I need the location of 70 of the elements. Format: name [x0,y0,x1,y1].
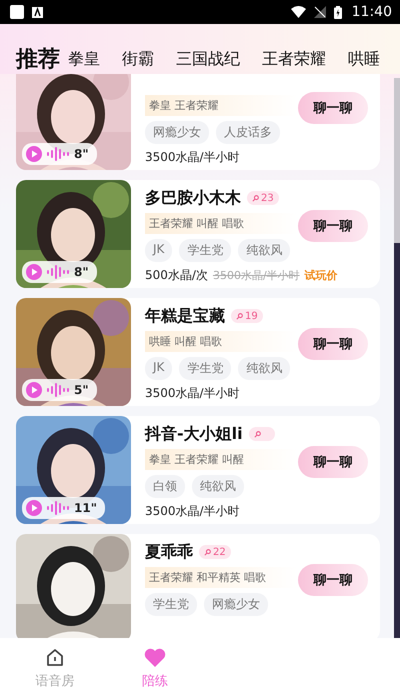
app-icon [32,6,43,18]
play-icon[interactable] [26,500,42,516]
search-icon [236,312,243,320]
level-badge: 19 [231,309,263,323]
category-tab[interactable]: 街霸 [122,48,154,70]
voice-chip[interactable]: 5" [22,379,97,401]
category-tab[interactable]: 哄睡 [348,48,380,70]
price: 500水晶/次 [145,267,208,284]
price: 3500水晶/半小时 [145,503,240,520]
voice-duration: 8" [74,147,89,161]
voice-chip[interactable]: 8" [22,143,97,165]
personality-tag: 学生党 [145,593,197,616]
level-badge: 22 [199,545,231,559]
search-icon [252,194,259,202]
chat-button[interactable]: 聊一聊 [298,210,368,242]
voice-chip[interactable]: 8" [22,261,97,283]
waveform-icon [47,265,69,279]
original-price: 3500水晶/半小时 [212,268,300,283]
level-badge: 23 [247,191,279,205]
search-icon [254,430,261,438]
voice-duration: 8" [74,265,89,279]
category-tab[interactable]: 推荐 [16,44,60,74]
companion-card[interactable]: 夏乖乖 22 王者荣耀 和平精英 唱歌 聊一聊 学生党 网瘾少女 [16,534,380,638]
signal-icon [314,6,326,18]
wifi-icon [290,6,306,18]
heart-icon [144,648,166,668]
scrollbar[interactable] [394,78,400,638]
price: 3500水晶/半小时 [145,149,240,166]
waveform-icon [47,501,69,515]
voice-duration: 5" [74,383,89,397]
category-tab[interactable]: 王者荣耀 [262,48,326,70]
play-icon[interactable] [26,382,42,398]
companion-card[interactable]: 8" 拳皇 王者荣耀 聊一聊 网瘾少女 人皮话多 3500水晶/半小时 [16,74,380,170]
notification-icon [10,5,24,19]
personality-tag: 学生党 [179,357,232,380]
companion-name: 夏乖乖 [145,542,193,562]
chat-button[interactable]: 聊一聊 [298,92,368,124]
personality-tag: 纯欲风 [238,239,290,262]
promo-label: 试玩价 [304,268,338,283]
personality-tag: JK [145,357,172,380]
voice-duration: 11" [74,501,97,515]
play-icon[interactable] [26,146,42,162]
personality-tag: 白领 [145,475,185,498]
chat-button[interactable]: 聊一聊 [298,564,368,596]
search-icon [204,548,211,556]
waveform-icon [47,147,69,161]
companion-name: 抖音-大小姐li [145,424,243,444]
home-icon [45,648,65,668]
voice-chip[interactable]: 11" [22,497,105,519]
battery-icon [334,6,342,18]
category-tab[interactable]: 三国战纪 [176,48,240,70]
personality-tag: 纯欲风 [192,475,244,498]
chat-button[interactable]: 聊一聊 [298,328,368,360]
personality-tag: 学生党 [179,239,232,262]
companion-name: 多巴胺小木木 [145,188,241,208]
companion-card[interactable]: 5" 年糕是宝藏 19 哄睡 叫醒 唱歌 聊一聊 JK 学生党 纯欲风 3500水晶/半小时 [16,298,380,406]
companion-card[interactable]: 8" 多巴胺小木木 23 王者荣耀 叫醒 唱歌 聊一聊 JK 学生党 纯欲风 500水晶/次 3500水晶/半小时 试玩价 [16,180,380,288]
chat-button[interactable]: 聊一聊 [298,446,368,478]
personality-tag: 纯欲风 [238,357,290,380]
companion-card[interactable]: 11" 抖音-大小姐li 拳皇 王者荣耀 叫醒 聊一聊 白领 纯欲风 3500水晶/半小时 [16,416,380,524]
waveform-icon [47,383,69,397]
play-icon[interactable] [26,264,42,280]
personality-tag: 网瘾少女 [145,121,209,144]
clock: 11:40 [352,4,392,20]
personality-tag: 网瘾少女 [204,593,268,616]
price: 3500水晶/半小时 [145,385,240,402]
personality-tag: 人皮话多 [216,121,280,144]
companion-name: 年糕是宝藏 [145,306,225,326]
personality-tag: JK [145,239,172,262]
category-tab[interactable]: 拳皇 [68,48,100,70]
